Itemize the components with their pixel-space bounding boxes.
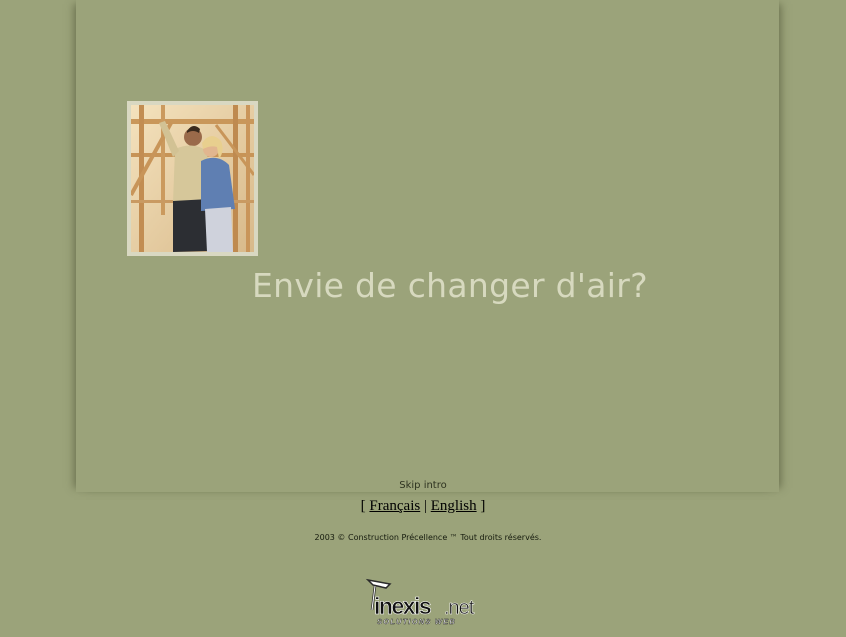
copyright-text: 2003 © Construction Précellence ™ Tout d… (314, 533, 542, 542)
svg-text:.net: .net (444, 597, 475, 619)
couple-photo-image (131, 105, 254, 252)
inexis-logo[interactable]: inexis .net SOLUTIONS WEB (364, 576, 488, 626)
hero-photo (127, 101, 258, 256)
skip-intro-link[interactable]: Skip intro (0, 480, 846, 491)
inexis-logo-icon: inexis .net SOLUTIONS WEB (365, 578, 476, 626)
close-bracket: ] (480, 498, 486, 514)
svg-text:SOLUTIONS WEB: SOLUTIONS WEB (377, 617, 456, 626)
french-link[interactable]: Français (369, 498, 420, 514)
hero-headline: Envie de changer d'air? (252, 266, 648, 305)
open-bracket: [ (360, 498, 366, 514)
language-selector: [ Français | English ] (0, 498, 846, 515)
svg-text:inexis: inexis (374, 593, 431, 619)
english-link[interactable]: English (431, 498, 477, 514)
language-separator: | (423, 498, 427, 514)
